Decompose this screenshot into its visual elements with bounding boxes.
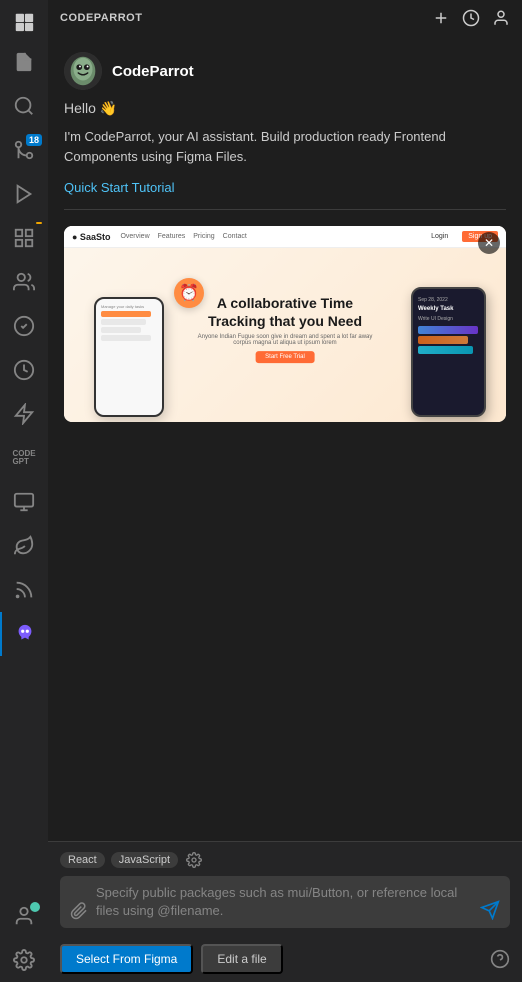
weekly-task-title: Weekly Task [418, 306, 479, 312]
task-item-2 [101, 319, 146, 325]
app-title: CODEPARROT [60, 12, 142, 24]
select-figma-button[interactable]: Select From Figma [60, 944, 193, 974]
bottom-actions: Select From Figma Edit a file [60, 944, 283, 974]
preview-card: ✕ ● SaaSto Overview Features Pricing Con… [64, 226, 506, 422]
saasto-phones: ⏰ Manage your daily tasks [64, 248, 506, 422]
sidebar-bottom [0, 894, 48, 982]
javascript-tag[interactable]: JavaScript [111, 852, 178, 868]
sidebar: 18 CODEGPT [0, 0, 48, 982]
saasto-logo: ● SaaSto [72, 232, 110, 242]
header-actions [432, 9, 510, 27]
bot-name: CodeParrot [112, 63, 194, 80]
saasto-navbar: ● SaaSto Overview Features Pricing Conta… [64, 226, 506, 248]
rss-icon[interactable] [0, 568, 48, 612]
quick-start-link[interactable]: Quick Start Tutorial [64, 180, 506, 195]
preview-close-button[interactable]: ✕ [478, 232, 500, 254]
bot-header: CodeParrot [64, 52, 506, 90]
send-button[interactable] [480, 900, 500, 920]
timer-icon[interactable] [0, 348, 48, 392]
people-icon[interactable] [0, 260, 48, 304]
headline-line1: A collaborative Time [198, 294, 373, 312]
profile-button[interactable] [492, 9, 510, 27]
center-text: A collaborative Time Tracking that you N… [198, 294, 373, 368]
files-icon[interactable] [0, 40, 48, 84]
bot-description: I'm CodeParrot, your AI assistant. Build… [64, 127, 506, 166]
saasto-login: Login [431, 233, 448, 240]
cta-button[interactable]: Start Free Trial [255, 351, 315, 363]
phone-task-items [418, 326, 479, 354]
main-panel: CODEPARROT [48, 0, 522, 982]
settings-icon[interactable] [0, 938, 48, 982]
react-tag[interactable]: React [60, 852, 105, 868]
tags-row: React JavaScript [60, 850, 510, 870]
codegpt-icon[interactable]: CODEGPT [0, 436, 48, 480]
saasto-nav-items: Overview Features Pricing Contact [120, 233, 421, 240]
check-icon[interactable] [0, 304, 48, 348]
edit-file-button[interactable]: Edit a file [201, 944, 282, 974]
preview-image: ● SaaSto Overview Features Pricing Conta… [64, 226, 506, 422]
greeting: Hello 👋 [64, 100, 506, 117]
weekly-task-date: Sep 28, 2022 [418, 297, 479, 303]
user-icon[interactable] [0, 894, 48, 938]
preview-subtext: Anyone Indian Fugue soon give in dream a… [198, 334, 373, 346]
search-icon[interactable] [0, 84, 48, 128]
source-control-icon[interactable]: 18 [0, 128, 48, 172]
headline-line2: Tracking that you Need [198, 312, 373, 330]
close-icon: ✕ [484, 236, 494, 250]
phone-right-screen: Sep 28, 2022 Weekly Task Write UI Design [413, 289, 484, 362]
saasto-content: ⏰ Manage your daily tasks [64, 248, 506, 422]
greeting-text: Hello 👋 [64, 100, 117, 117]
user-badge [30, 902, 40, 912]
message-input[interactable] [96, 884, 472, 920]
extensions-badge [36, 222, 42, 224]
codeparrot-icon[interactable] [0, 612, 48, 656]
phone-task-3 [418, 346, 473, 354]
phone-task-2 [418, 336, 468, 344]
bot-avatar [64, 52, 102, 90]
attach-icon[interactable] [70, 902, 88, 920]
add-button[interactable] [432, 9, 450, 27]
history-button[interactable] [462, 9, 480, 27]
input-area: React JavaScript [48, 841, 522, 936]
help-icon[interactable] [490, 949, 510, 969]
input-row [60, 876, 510, 928]
task-item-1 [101, 311, 151, 317]
source-control-badge: 18 [26, 134, 42, 146]
sidebar-logo [0, 4, 48, 40]
task-item-3 [101, 327, 141, 333]
task-item-4 [101, 335, 151, 341]
phone-task-1 [418, 326, 478, 334]
header: CODEPARROT [48, 0, 522, 36]
run-debug-icon[interactable] [0, 172, 48, 216]
extensions-icon[interactable] [0, 216, 48, 260]
phone-items [101, 311, 157, 341]
phone-left: Manage your daily tasks [94, 297, 164, 417]
screen-icon[interactable] [0, 480, 48, 524]
add-tag-icon[interactable] [184, 850, 204, 870]
phone-left-screen: Manage your daily tasks [96, 299, 162, 346]
bolt-icon[interactable] [0, 392, 48, 436]
bottom-bar: Select From Figma Edit a file [48, 936, 522, 982]
leaf-icon[interactable] [0, 524, 48, 568]
divider [64, 209, 506, 210]
sidebar-top: 18 CODEGPT [0, 0, 48, 656]
chat-area: CodeParrot Hello 👋 I'm CodeParrot, your … [48, 36, 522, 841]
clock-decoration: ⏰ [174, 278, 204, 308]
phone-right: Sep 28, 2022 Weekly Task Write UI Design [411, 287, 486, 417]
